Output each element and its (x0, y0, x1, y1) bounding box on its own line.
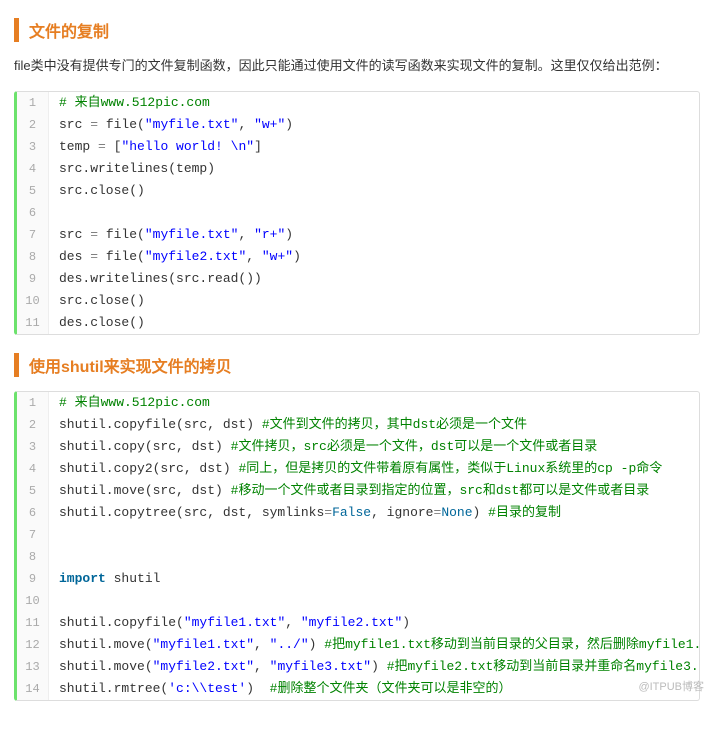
lineno: 10 (17, 590, 49, 612)
lineno: 2 (17, 114, 49, 136)
code: shutil.copytree(src, dst, symlinks=False… (49, 502, 699, 524)
code: src.close() (49, 290, 699, 312)
code: shutil.move("myfile2.txt", "myfile3.txt"… (49, 656, 700, 678)
code: # 来自www.512pic.com (49, 92, 699, 114)
lineno: 9 (17, 268, 49, 290)
lineno: 13 (17, 656, 49, 678)
code: shutil.move(src, dst) #移动一个文件或者目录到指定的位置，… (49, 480, 699, 502)
code: des.close() (49, 312, 699, 334)
lineno: 11 (17, 612, 49, 634)
code: shutil.copy2(src, dst) #同上，但是拷贝的文件带着原有属性… (49, 458, 699, 480)
code: src = file("myfile.txt", "r+") (49, 224, 699, 246)
lineno: 4 (17, 158, 49, 180)
code: src.close() (49, 180, 699, 202)
section-title-file-copy: 文件的复制 (14, 18, 700, 42)
code: shutil.rmtree('c:\\test') #删除整个文件夹（文件夹可以… (49, 678, 699, 700)
code: import shutil (49, 568, 699, 590)
lineno: 14 (17, 678, 49, 700)
code: src.writelines(temp) (49, 158, 699, 180)
code (49, 590, 699, 612)
code: shutil.move("myfile1.txt", "../") #把myfi… (49, 634, 700, 656)
code: temp = ["hello world! \n"] (49, 136, 699, 158)
code: des = file("myfile2.txt", "w+") (49, 246, 699, 268)
code-block-1: 1# 来自www.512pic.com 2src = file("myfile.… (14, 91, 700, 335)
lineno: 8 (17, 546, 49, 568)
watermark: @ITPUB博客 (638, 678, 704, 694)
lineno: 11 (17, 312, 49, 334)
code: src = file("myfile.txt", "w+") (49, 114, 699, 136)
lineno: 12 (17, 634, 49, 656)
code (49, 546, 699, 568)
code: # 来自www.512pic.com (49, 392, 699, 414)
lineno: 2 (17, 414, 49, 436)
lineno: 5 (17, 480, 49, 502)
lineno: 4 (17, 458, 49, 480)
lineno: 6 (17, 202, 49, 224)
lineno: 7 (17, 524, 49, 546)
lineno: 3 (17, 136, 49, 158)
section-desc: file类中没有提供专门的文件复制函数，因此只能通过使用文件的读写函数来实现文件… (14, 56, 700, 77)
lineno: 8 (17, 246, 49, 268)
code: shutil.copyfile("myfile1.txt", "myfile2.… (49, 612, 699, 634)
lineno: 3 (17, 436, 49, 458)
lineno: 1 (17, 392, 49, 414)
lineno: 5 (17, 180, 49, 202)
code (49, 202, 699, 224)
section-title-shutil: 使用shutil来实现文件的拷贝 (14, 353, 700, 377)
lineno: 1 (17, 92, 49, 114)
lineno: 7 (17, 224, 49, 246)
lineno: 10 (17, 290, 49, 312)
lineno: 6 (17, 502, 49, 524)
lineno: 9 (17, 568, 49, 590)
code (49, 524, 699, 546)
code: shutil.copy(src, dst) #文件拷贝，src必须是一个文件，d… (49, 436, 699, 458)
code: shutil.copyfile(src, dst) #文件到文件的拷贝，其中ds… (49, 414, 699, 436)
code: des.writelines(src.read()) (49, 268, 699, 290)
code-block-2: 1# 来自www.512pic.com 2shutil.copyfile(src… (14, 391, 700, 701)
